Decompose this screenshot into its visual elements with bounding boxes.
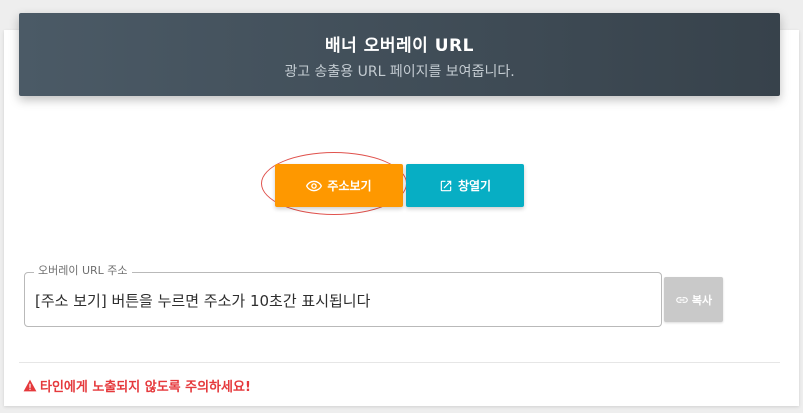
warning-triangle-icon	[23, 379, 37, 392]
link-icon	[676, 296, 688, 303]
open-window-label: 창열기	[457, 179, 492, 193]
page-subtitle: 광고 송출용 URL 페이지를 보여줍니다.	[284, 64, 515, 80]
divider	[19, 362, 780, 363]
copy-button-label: 복사	[691, 293, 713, 307]
url-field-label: 오버레이 URL 주소	[34, 263, 132, 279]
warning-text: 타인에게 노출되지 않도록 주의하세요!	[40, 380, 251, 395]
external-link-icon	[440, 180, 452, 191]
eye-icon	[306, 180, 323, 191]
open-window-button[interactable]: 창열기	[406, 164, 524, 207]
page-title: 배너 오버레이 URL	[325, 36, 474, 56]
copy-button[interactable]: 복사	[664, 277, 723, 322]
url-field-value[interactable]: [주소 보기] 버튼을 누르면 주소가 10초간 표시됩니다	[35, 290, 370, 311]
header-banner: 배너 오버레이 URL 광고 송출용 URL 페이지를 보여줍니다.	[19, 13, 780, 96]
view-address-label: 주소보기	[327, 179, 372, 193]
warning-message: 타인에게 노출되지 않도록 주의하세요!	[23, 376, 251, 395]
view-address-button[interactable]: 주소보기	[275, 164, 403, 207]
